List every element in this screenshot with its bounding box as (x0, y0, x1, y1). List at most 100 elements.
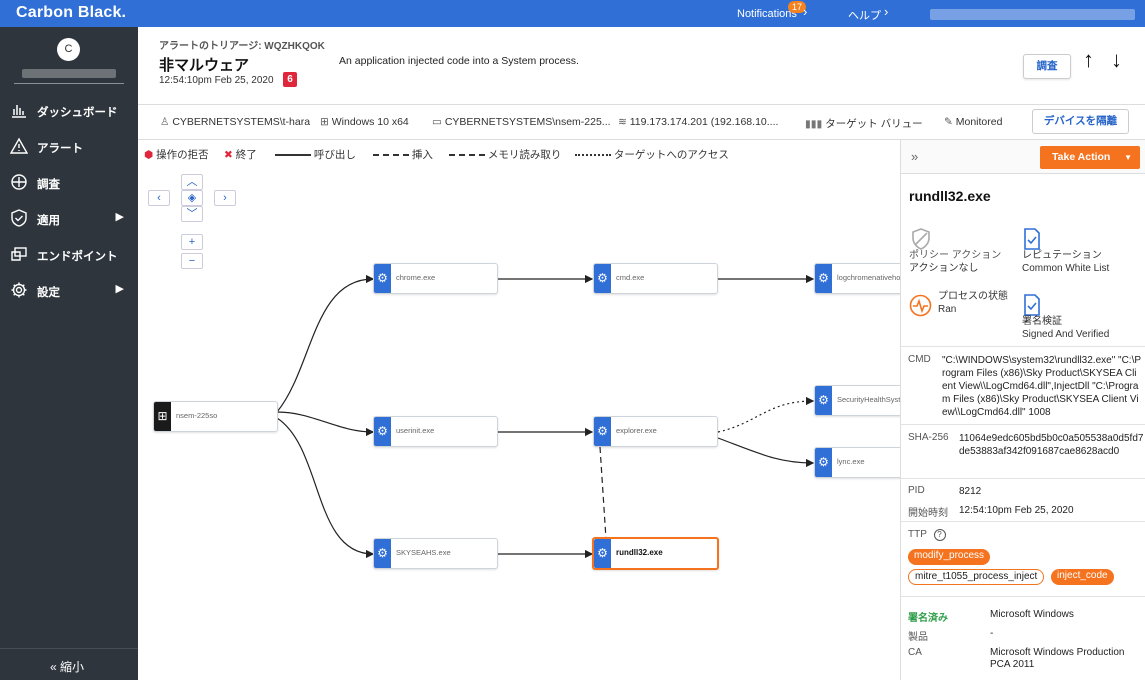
chevron-right-icon: › (803, 4, 808, 19)
windows-icon: ⊞ (154, 402, 171, 431)
reputation-value: Common White List (1022, 263, 1110, 274)
collapse-sidebar-button[interactable]: « 縮小 (0, 648, 138, 680)
arrow-down-icon[interactable]: ↓ (1111, 47, 1122, 73)
signature-value: Signed And Verified (1022, 329, 1110, 340)
chevron-right-icon: ▶ (115, 283, 124, 295)
terminate-icon: ✖ (224, 149, 233, 161)
sidebar-item-endpoints[interactable]: エンドポイント (0, 236, 138, 272)
endpoint-icon (11, 247, 27, 261)
alert-description: An application injected code into a Syst… (339, 55, 579, 67)
expand-panel-icon[interactable]: » (911, 149, 918, 164)
ca-value: Microsoft Windows Production PCA 2011 (990, 647, 1125, 670)
product-value: - (990, 628, 994, 639)
divider (901, 478, 1145, 479)
sidebar-item-alerts[interactable]: アラート (0, 128, 138, 164)
chevron-right-icon: ▶ (115, 211, 124, 223)
help-circle-icon[interactable]: ? (933, 529, 946, 541)
page-title: 非マルウェア (159, 57, 250, 74)
pid-label: PID (908, 485, 925, 496)
edge-explorer-lync (717, 437, 815, 468)
process-node-securityhealth[interactable]: ⚙ SecurityHealthSystray (814, 385, 900, 416)
process-state-icon (909, 294, 932, 317)
gear-icon (11, 282, 27, 298)
process-node-label: chrome.exe (396, 273, 436, 282)
device-os: Windows 10 x64 (331, 116, 409, 128)
investigate-icon (11, 174, 27, 190)
legend-call: 呼び出し (313, 149, 356, 161)
sidebar-item-dashboard[interactable]: ダッシュボード (0, 92, 138, 128)
arrow-up-icon[interactable]: ↑ (1083, 47, 1094, 73)
cmd-value: "C:\WINDOWS\system32\rundll32.exe" "C:\P… (942, 355, 1142, 418)
sidebar-item-investigate[interactable]: 調査 (0, 164, 138, 200)
gear-icon: ⚙ (374, 539, 391, 568)
edge-root-chrome (276, 274, 375, 413)
edge-explorer-securityhealth (717, 396, 815, 433)
ttp-tag[interactable]: mitre_t1055_process_inject (908, 569, 1045, 585)
process-node-label: rundll32.exe (616, 548, 663, 557)
sidebar-item-label: ダッシュボード (37, 107, 118, 119)
edge-explorer-rundll-inject (599, 446, 607, 540)
signature-label: 署名検証 (1022, 316, 1062, 327)
process-node-lync[interactable]: ⚙ lync.exe (814, 447, 900, 478)
process-node-rundll32-selected[interactable]: ⚙ rundll32.exe (592, 537, 719, 570)
ttp-tag[interactable]: modify_process (908, 549, 991, 565)
device-info-bar: ♙ CYBERNETSYSTEMS\t-hara ⊞ Windows 10 x6… (138, 105, 1145, 140)
process-node-chrome[interactable]: ⚙ chrome.exe (373, 263, 498, 294)
start-time-value: 12:54:10pm Feb 25, 2020 (959, 505, 1074, 516)
signed-label: 署名済み (908, 613, 948, 624)
alert-header: アラートのトリアージ: WQZHKQOK 非マルウェア 12:54:10pm F… (138, 27, 1145, 105)
gear-icon: ⚙ (374, 417, 391, 446)
sidebar-item-settings[interactable]: 設定 ▶ (0, 272, 138, 308)
legend-memread: メモリ読み取り (487, 149, 562, 161)
take-action-button[interactable]: Take Action ▼ (1040, 146, 1140, 169)
legend-inject: 挿入 (411, 149, 433, 161)
ca-label: CA (908, 647, 922, 658)
sidebar-item-enforce[interactable]: 適用 ▶ (0, 200, 138, 236)
process-node-skyseahs[interactable]: ⚙ SKYSEAHS.exe (373, 538, 498, 569)
pid-value: 8212 (959, 486, 982, 497)
sensor-icon: ✎ (944, 116, 953, 128)
edge-root-skyseahs (276, 417, 375, 559)
process-state-value: Ran (938, 304, 957, 315)
sidebar: C ダッシュボード アラート 調査 適用 ▶ エンドポイント 設定 ▶ « 縮小 (0, 27, 138, 680)
process-node-explorer[interactable]: ⚙ explorer.exe (593, 416, 718, 447)
shield-check-icon (11, 209, 27, 227)
investigate-button[interactable]: 調査 (1023, 54, 1071, 79)
isolate-device-button[interactable]: デバイスを隔離 (1032, 109, 1129, 134)
windows-icon: ⊞ (320, 116, 329, 128)
alert-id: アラートのトリアージ: WQZHKQOK (159, 41, 325, 52)
legend-deny: 操作の拒否 (156, 149, 209, 161)
avatar[interactable]: C (57, 38, 80, 61)
sidebar-item-label: アラート (37, 143, 83, 155)
chevron-down-icon: ▼ (1124, 153, 1132, 162)
divider (901, 521, 1145, 522)
double-chevron-left-icon: « (50, 660, 57, 674)
process-node-label: lync.exe (837, 457, 865, 466)
top-bar: Carbon Black. Notifications 17 › ヘルプ › (0, 0, 1145, 27)
gear-icon: ⚙ (374, 264, 391, 293)
ttp-label: TTP ? (908, 529, 946, 541)
policy-action-label: ポリシー アクション (909, 250, 1002, 261)
collapse-label: 縮小 (60, 660, 85, 674)
graph-legend: ⬢ 操作の拒否 ✖ 終了 呼び出し 挿入 メモリ読み取り ターゲットへのアクセス (138, 140, 900, 168)
process-node-root[interactable]: ⊞ nsem-225so (153, 401, 278, 432)
sidebar-item-label: 適用 (37, 215, 60, 227)
wifi-icon: ≋ (618, 116, 627, 128)
sha256-value: 11064e9edc605bd5b0c0a505538a0d5fd7de5388… (959, 433, 1144, 457)
process-tree-graph[interactable]: ︿ ‹ ◈ › ﹀ + − ⊞ nsem-225so ⚙ chrome.exe ⚙ u… (138, 168, 900, 680)
solid-line-icon (275, 154, 311, 157)
cmd-label: CMD (908, 354, 931, 365)
dashed-line-icon (373, 154, 409, 157)
divider (901, 346, 1145, 347)
process-node-logchrome[interactable]: ⚙ logchromenativehost (814, 263, 900, 294)
process-node-cmd[interactable]: ⚙ cmd.exe (593, 263, 718, 294)
reputation-label: レピュテーション (1022, 250, 1102, 261)
ttp-tag[interactable]: inject_code (1051, 569, 1114, 585)
help-link[interactable]: ヘルプ (848, 7, 881, 23)
signature-document-icon (1024, 294, 1040, 316)
dashdot-line-icon (449, 154, 485, 157)
gear-icon: ⚙ (594, 417, 611, 446)
process-node-userinit[interactable]: ⚙ userinit.exe (373, 416, 498, 447)
user-menu[interactable] (930, 9, 1135, 20)
process-node-label: cmd.exe (616, 273, 645, 282)
